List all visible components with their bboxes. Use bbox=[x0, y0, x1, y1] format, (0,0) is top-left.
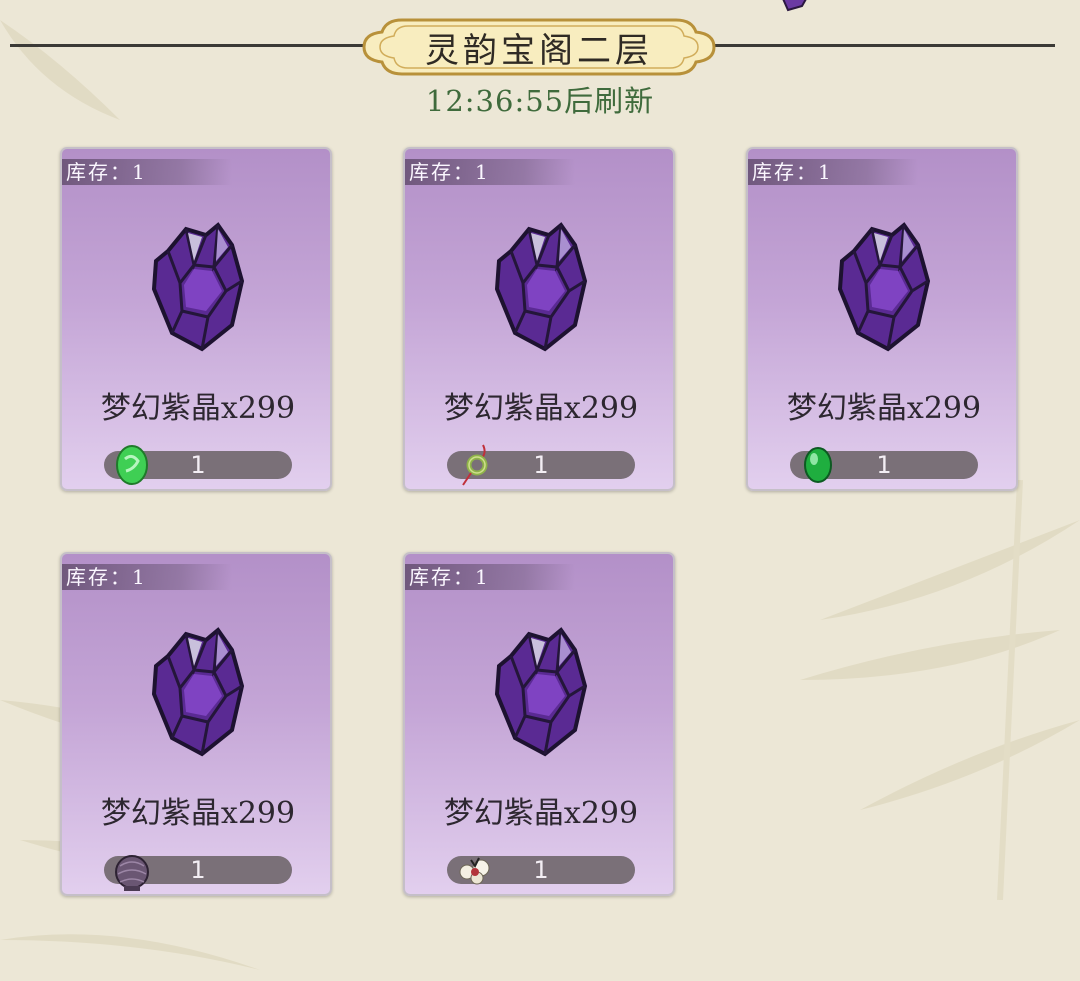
shop-title-plaque: 灵韵宝阁二层 bbox=[362, 14, 716, 80]
purple-crystal-icon bbox=[837, 222, 931, 352]
price-value: 1 bbox=[533, 451, 549, 479]
item-name: 梦幻紫晶x299 bbox=[100, 796, 296, 831]
refresh-countdown: 12:36:55后刷新 bbox=[425, 84, 655, 118]
stock-label: 库存：1 bbox=[66, 160, 147, 184]
item-name: 梦幻紫晶x299 bbox=[786, 391, 982, 426]
stock-label: 库存：1 bbox=[752, 160, 833, 184]
purple-crystal-icon bbox=[494, 627, 588, 757]
purple-crystal-icon bbox=[151, 627, 245, 757]
shop-item-card[interactable]: 库存：1 梦幻紫晶x299 1 bbox=[60, 552, 332, 896]
header-divider-right bbox=[715, 44, 1055, 47]
price-value: 1 bbox=[876, 451, 892, 479]
crystal-fragment-icon bbox=[782, 0, 807, 12]
shop-title: 灵韵宝阁二层 bbox=[425, 30, 653, 71]
shop-item-card[interactable]: 库存：1 梦幻紫晶x299 1 bbox=[403, 552, 675, 896]
stock-label: 库存：1 bbox=[409, 160, 490, 184]
bamboo-leaf-decoration bbox=[800, 480, 1080, 900]
header-divider-left bbox=[10, 44, 370, 47]
price-value: 1 bbox=[190, 451, 206, 479]
stock-label: 库存：1 bbox=[409, 565, 490, 589]
item-name: 梦幻紫晶x299 bbox=[443, 796, 639, 831]
stock-label: 库存：1 bbox=[66, 565, 147, 589]
purple-crystal-icon bbox=[494, 222, 588, 352]
shop-item-card[interactable]: 库存：1 梦幻紫晶x299 1 bbox=[403, 147, 675, 491]
shop-item-card[interactable]: 库存：1 梦幻紫晶x299 1 bbox=[60, 147, 332, 491]
item-name: 梦幻紫晶x299 bbox=[443, 391, 639, 426]
price-value: 1 bbox=[190, 856, 206, 884]
purple-crystal-icon bbox=[151, 222, 245, 352]
price-value: 1 bbox=[533, 856, 549, 884]
item-name: 梦幻紫晶x299 bbox=[100, 391, 296, 426]
shop-item-card[interactable]: 库存：1 梦幻紫晶x299 1 bbox=[746, 147, 1018, 491]
